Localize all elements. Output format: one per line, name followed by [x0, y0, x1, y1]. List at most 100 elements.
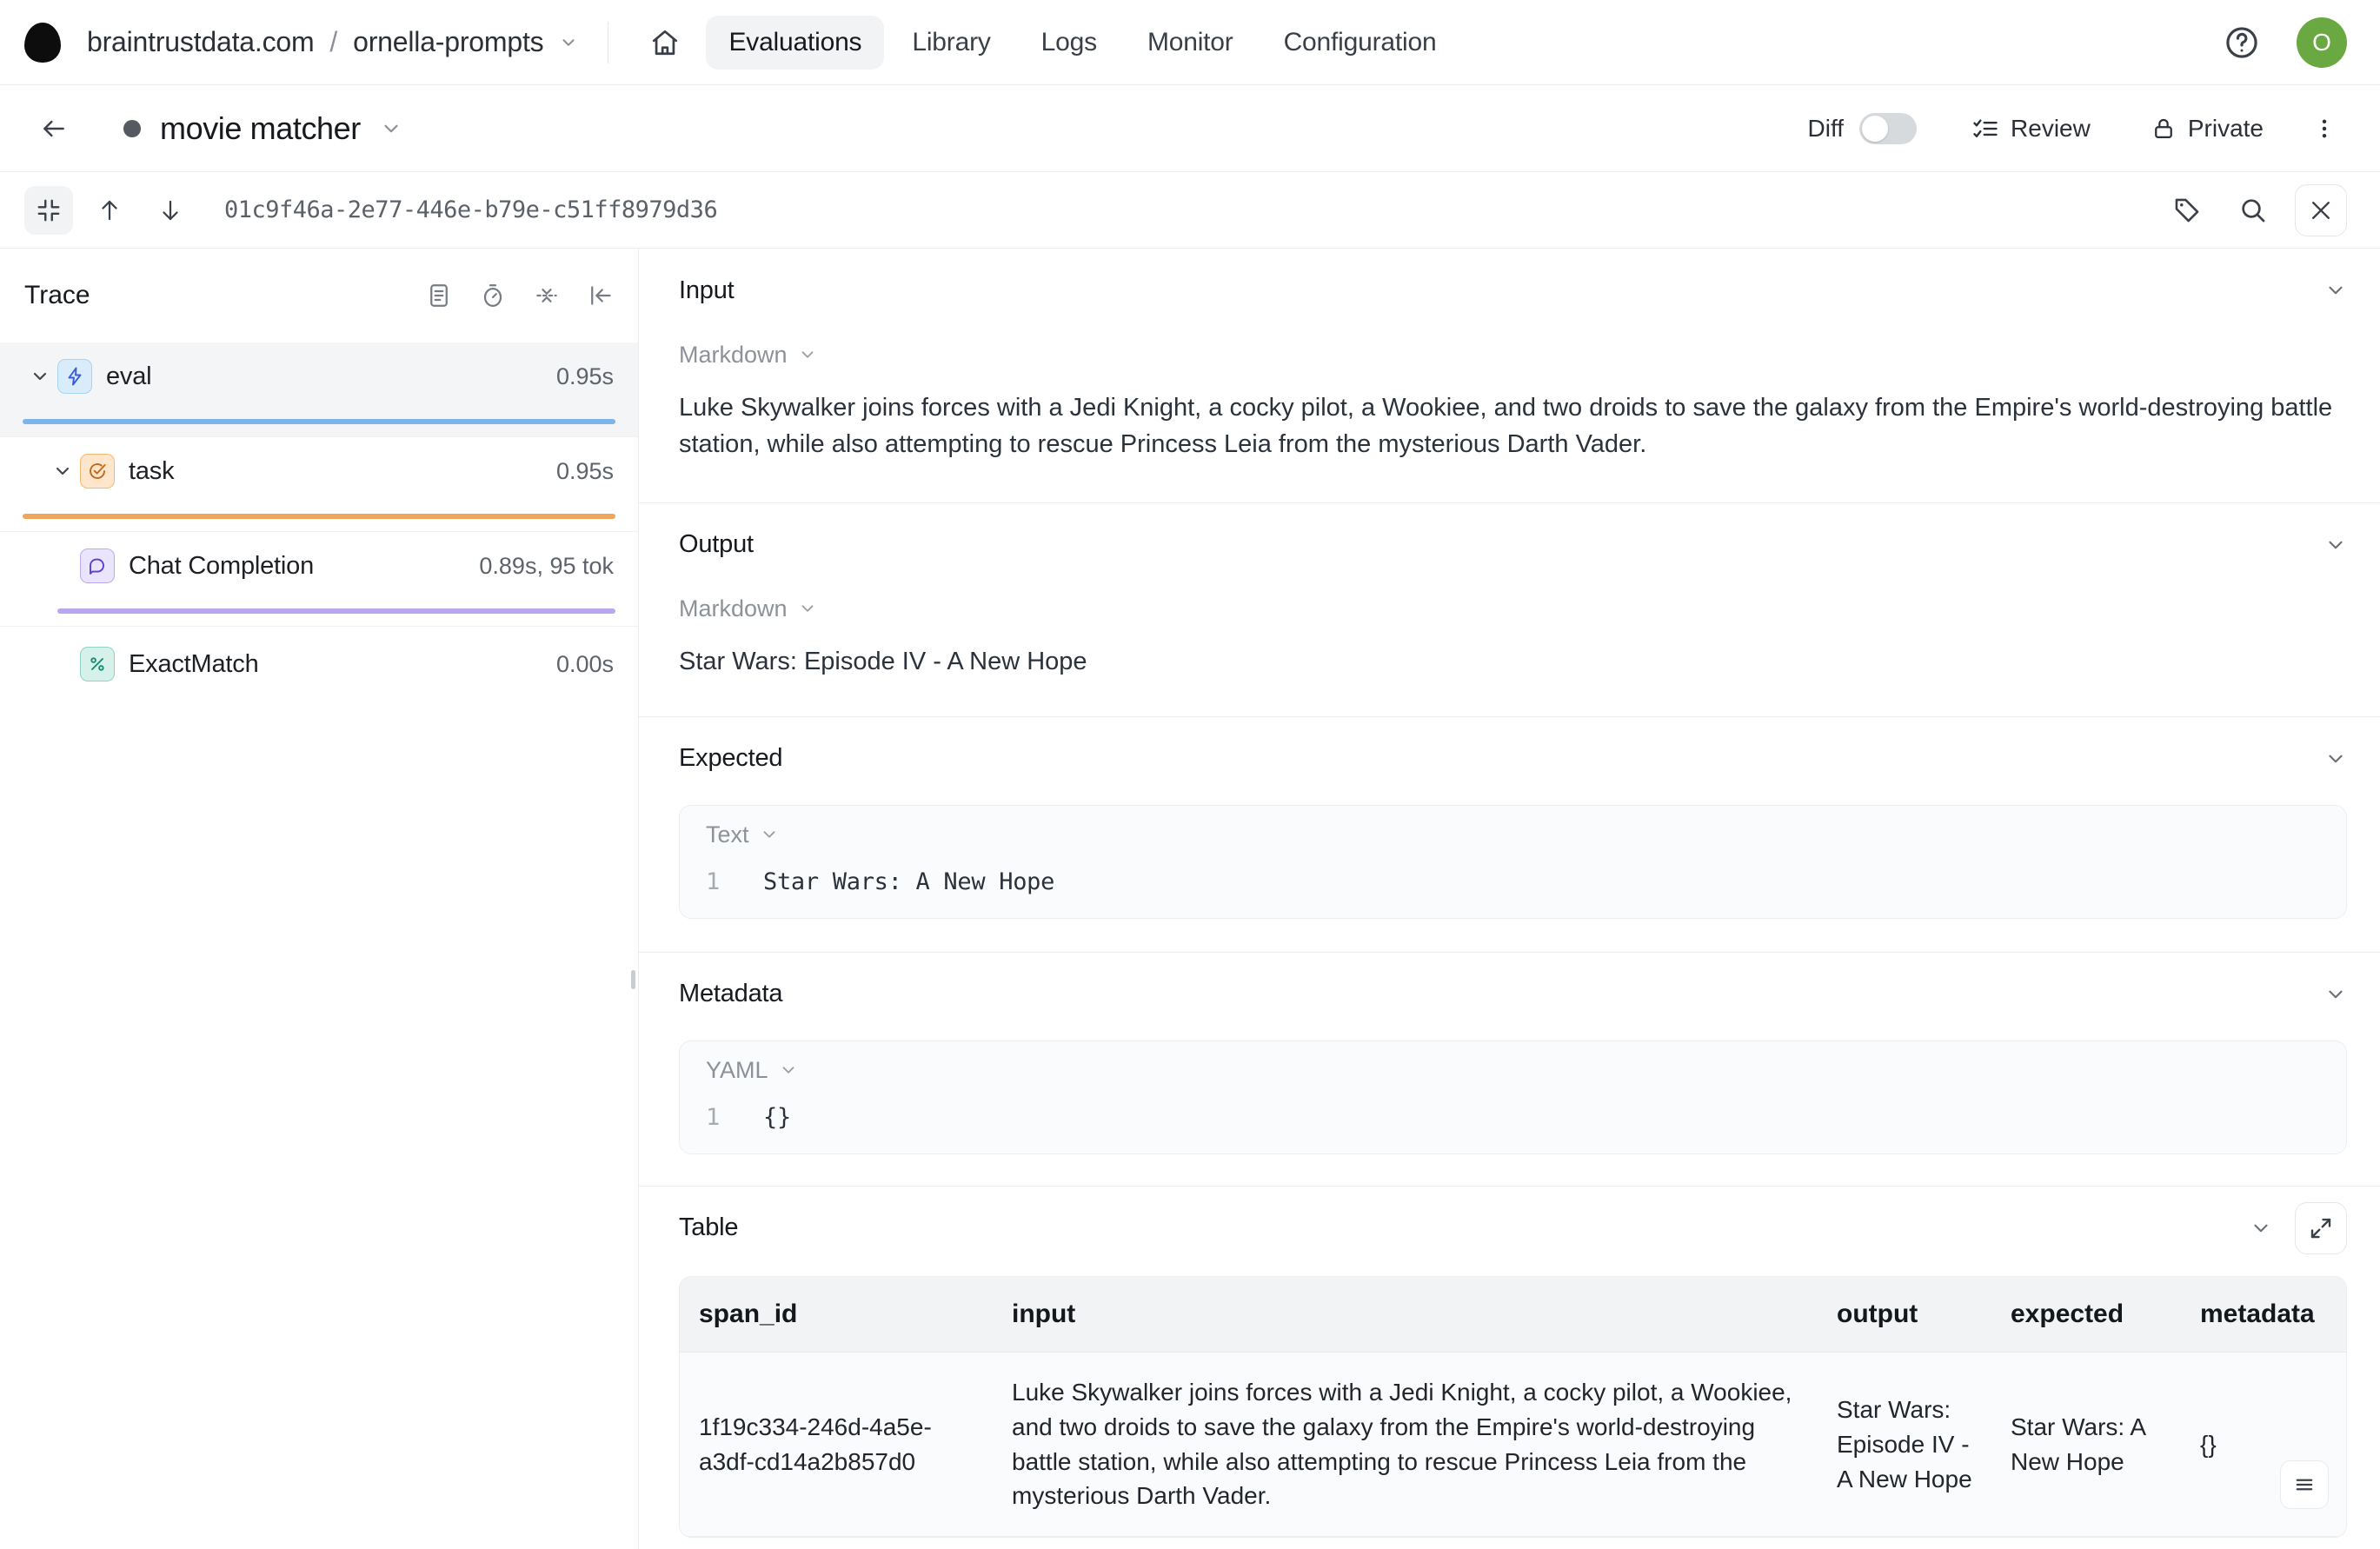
- tag-icon[interactable]: [2163, 186, 2211, 235]
- expected-code-line[interactable]: 1 Star Wars: A New Hope: [680, 863, 2346, 918]
- nav-item-configuration[interactable]: Configuration: [1261, 16, 1459, 70]
- chevron-down-icon[interactable]: [798, 345, 817, 364]
- experiment-status-dot: [123, 119, 141, 137]
- input-format-selector[interactable]: Markdown: [639, 332, 2380, 377]
- chevron-down-icon[interactable]: [23, 366, 57, 387]
- format-label: Markdown: [679, 341, 788, 368]
- column-header-expected[interactable]: expected: [1991, 1277, 2181, 1353]
- chevron-down-icon[interactable]: [760, 825, 779, 844]
- section-collapse-chevron-down-icon[interactable]: [2250, 1217, 2272, 1240]
- trace-node-duration: 0.00s: [555, 650, 614, 677]
- trace-scrollbar-thumb[interactable]: [631, 970, 635, 989]
- avatar[interactable]: O: [2297, 17, 2347, 68]
- expected-value: Star Wars: A New Hope: [763, 868, 1055, 896]
- format-label: YAML: [706, 1056, 768, 1083]
- private-button[interactable]: Private: [2136, 106, 2279, 151]
- nav-item-evaluations[interactable]: Evaluations: [706, 15, 885, 70]
- span-toolbar: 01c9f46a-2e77-446e-b79e-c51ff8979d36: [0, 172, 2380, 249]
- section-header-expected[interactable]: Expected: [639, 716, 2380, 800]
- home-icon[interactable]: [638, 17, 692, 68]
- trace-node-task[interactable]: task 0.95s: [0, 437, 638, 532]
- chat-bubble-icon: [80, 548, 115, 583]
- section-header-input[interactable]: Input: [639, 249, 2380, 332]
- chevron-down-icon[interactable]: [798, 599, 817, 618]
- row-menu-icon[interactable]: [2280, 1460, 2329, 1510]
- trace-node-duration: 0.95s: [555, 457, 614, 484]
- data-table: span_id input output expected metadata 1…: [680, 1277, 2346, 1538]
- section-collapse-chevron-down-icon[interactable]: [2324, 748, 2347, 770]
- trace-header: Trace: [0, 249, 638, 342]
- trace-node-bar-track: [0, 600, 638, 626]
- section-title: Output: [679, 530, 754, 559]
- nav-item-logs[interactable]: Logs: [1019, 16, 1120, 70]
- column-header-metadata[interactable]: metadata: [2181, 1277, 2346, 1353]
- metadata-code-line[interactable]: 1 {}: [680, 1099, 2346, 1153]
- section-collapse-chevron-down-icon[interactable]: [2324, 534, 2347, 556]
- trace-node-label: eval: [106, 362, 152, 390]
- chevron-down-icon[interactable]: [779, 1060, 798, 1080]
- expand-table-icon[interactable]: [2295, 1201, 2347, 1254]
- output-text: Star Wars: Episode IV - A New Hope: [679, 648, 1087, 676]
- trace-node-duration: 0.95s: [555, 362, 614, 389]
- document-icon[interactable]: [426, 283, 452, 309]
- format-label: Markdown: [679, 595, 788, 622]
- column-header-input[interactable]: input: [993, 1277, 1818, 1353]
- diff-toggle[interactable]: [1859, 112, 1918, 144]
- timer-icon[interactable]: [480, 283, 506, 309]
- chevron-down-icon[interactable]: [559, 33, 578, 52]
- chevron-down-icon[interactable]: [45, 461, 80, 482]
- trace-node-label: Chat Completion: [129, 551, 314, 580]
- nav-item-monitor[interactable]: Monitor: [1125, 16, 1256, 70]
- cell-output: Star Wars: Episode IV - A New Hope: [1818, 1352, 1991, 1538]
- section-collapse-chevron-down-icon[interactable]: [2324, 983, 2347, 1006]
- span-detail-panel: Input Markdown Luke Skywalker joins forc…: [639, 249, 2380, 1549]
- expected-format-selector[interactable]: Text: [680, 806, 2346, 863]
- trace-tree: eval 0.95s task 0.95s Chat Completion 0.…: [0, 342, 638, 728]
- help-icon[interactable]: [2224, 24, 2260, 61]
- breadcrumb[interactable]: braintrustdata.com / ornella-prompts: [87, 26, 578, 58]
- trace-node-eval[interactable]: eval 0.95s: [0, 342, 638, 437]
- table-body: 1f19c334-246d-4a5e-a3df-cd14a2b857d0 Luk…: [680, 1352, 2346, 1538]
- search-icon[interactable]: [2229, 186, 2277, 235]
- top-navigation-bar: braintrustdata.com / ornella-prompts Eva…: [0, 0, 2380, 85]
- trace-duration-bar: [23, 514, 615, 519]
- section-title: Expected: [679, 744, 783, 773]
- private-label: Private: [2187, 114, 2264, 142]
- cell-span-id: 1f19c334-246d-4a5e-a3df-cd14a2b857d0: [680, 1352, 993, 1538]
- cell-metadata: {}: [2181, 1352, 2346, 1538]
- main-body: Trace eval 0.95s task 0.95s Chat Complet…: [0, 249, 2380, 1549]
- column-header-output[interactable]: output: [1818, 1277, 1991, 1353]
- span-nav-arrows: [85, 186, 195, 235]
- next-span-down-arrow-icon[interactable]: [146, 186, 195, 235]
- trace-node-chat-completion[interactable]: Chat Completion 0.89s, 95 tok: [0, 532, 638, 627]
- nav-item-library[interactable]: Library: [889, 16, 1013, 70]
- previous-span-up-arrow-icon[interactable]: [85, 186, 134, 235]
- output-format-selector[interactable]: Markdown: [639, 586, 2380, 631]
- table-row[interactable]: 1f19c334-246d-4a5e-a3df-cd14a2b857d0 Luk…: [680, 1352, 2346, 1538]
- more-options-icon[interactable]: [2302, 106, 2347, 151]
- trace-title: Trace: [24, 281, 90, 309]
- experiment-name: movie matcher: [160, 110, 361, 146]
- diff-toggle-group[interactable]: Diff: [1808, 112, 1918, 144]
- breadcrumb-project: ornella-prompts: [353, 26, 544, 57]
- trace-duration-bar: [23, 419, 615, 424]
- cell-expected: Star Wars: A New Hope: [1991, 1352, 2181, 1538]
- section-collapse-chevron-down-icon[interactable]: [2324, 279, 2347, 302]
- column-header-span-id[interactable]: span_id: [680, 1277, 993, 1353]
- review-button[interactable]: Review: [1957, 106, 2106, 151]
- experiment-chevron-down-icon[interactable]: [380, 117, 402, 140]
- lock-icon: [2151, 116, 2176, 141]
- collapse-vertical-icon[interactable]: [534, 283, 560, 309]
- braintrust-logo-icon[interactable]: [24, 22, 61, 63]
- collapse-panel-left-icon[interactable]: [588, 283, 614, 309]
- metadata-format-selector[interactable]: YAML: [680, 1041, 2346, 1099]
- trace-node-exactmatch[interactable]: ExactMatch 0.00s: [0, 627, 638, 728]
- collapse-inward-icon[interactable]: [24, 185, 73, 235]
- page-title[interactable]: movie matcher: [123, 110, 402, 147]
- section-header-table[interactable]: Table: [639, 1186, 2380, 1269]
- section-header-metadata[interactable]: Metadata: [639, 952, 2380, 1035]
- back-arrow-icon[interactable]: [30, 104, 78, 153]
- close-icon[interactable]: [2295, 183, 2347, 236]
- section-header-output[interactable]: Output: [639, 502, 2380, 586]
- metadata-code-box: YAML 1 {}: [679, 1040, 2347, 1155]
